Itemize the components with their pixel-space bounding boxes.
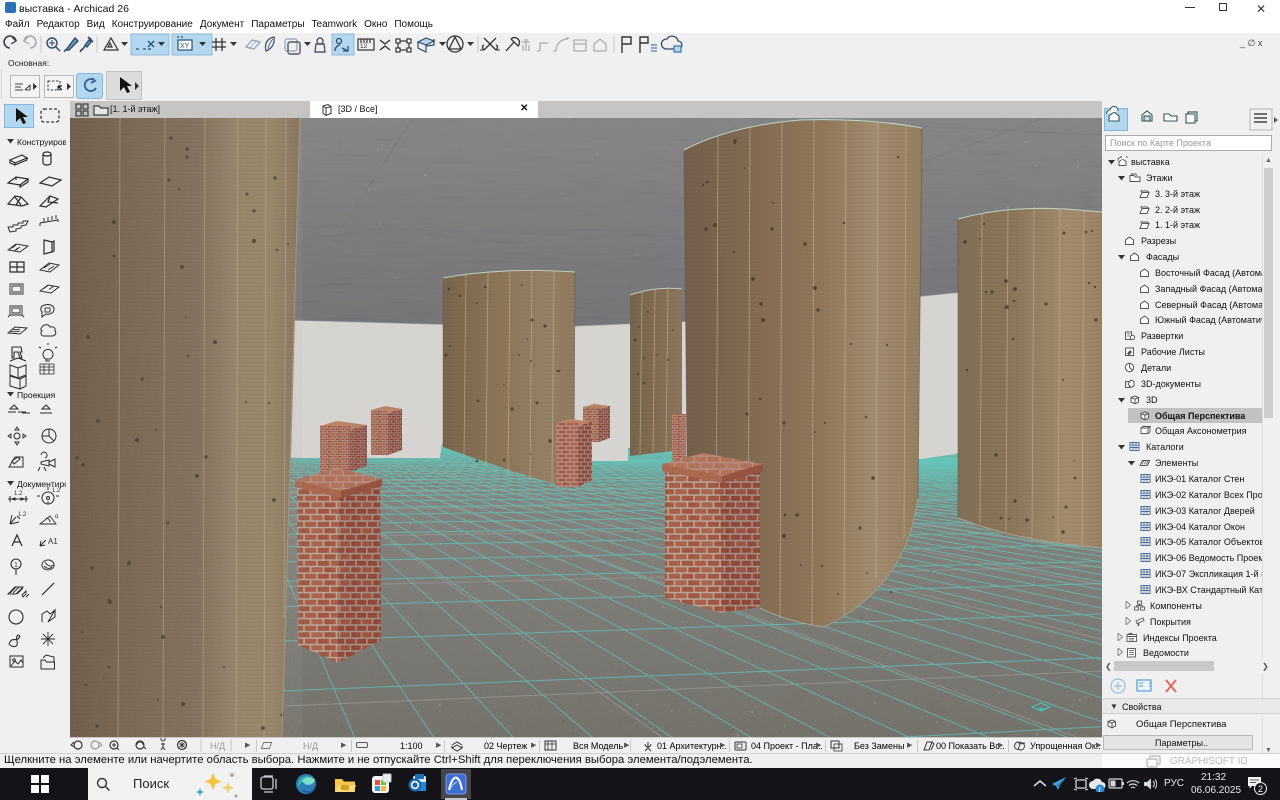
svg-text:12: 12 — [360, 43, 368, 50]
svg-text:1: 1 — [14, 562, 18, 569]
svg-text:Конструирова: Конструирова — [17, 137, 66, 147]
svg-text:i: i — [1099, 786, 1101, 792]
svg-text:XY: XY — [180, 43, 190, 50]
svg-text:A1: A1 — [48, 537, 58, 546]
svg-text:1.2: 1.2 — [14, 491, 23, 497]
svg-text:1.2: 1.2 — [18, 512, 27, 518]
svg-text:1.2: 1.2 — [52, 488, 61, 494]
svg-text:α: α — [55, 514, 59, 520]
svg-text:Проекция: Проекция — [17, 390, 56, 400]
